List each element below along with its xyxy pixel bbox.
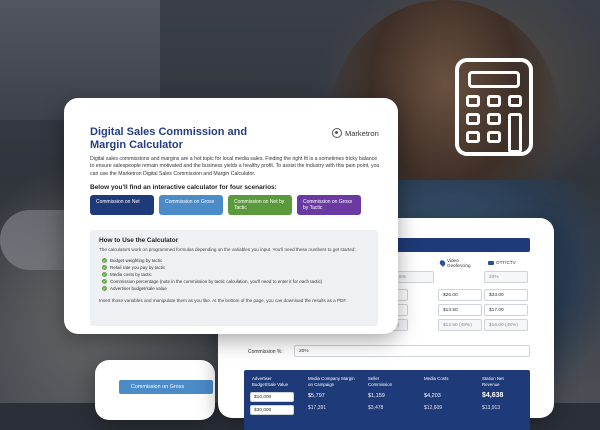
- margin-value: $5,797: [308, 393, 325, 399]
- input-ott-weight[interactable]: 20%: [484, 271, 528, 283]
- commission-percent-input[interactable]: 20%: [294, 345, 530, 357]
- media-costs-value: $4,203: [424, 393, 441, 399]
- tab-commission-on-net[interactable]: Commission on Net: [90, 195, 154, 215]
- input-geofencing-rate[interactable]: $26.00: [438, 289, 482, 301]
- marketron-logo-icon: [332, 128, 342, 138]
- commission-value: $1,159: [368, 393, 385, 399]
- commission-on-gross-bar: Commission on Gross: [119, 380, 213, 394]
- media-costs-value: $12,609: [424, 405, 443, 411]
- logo-text: Marketron: [345, 128, 379, 138]
- list-item-text: Retail rate you pay by tactic: [110, 265, 166, 270]
- header-commission: Seller Commission: [368, 376, 393, 387]
- checkmark-icon: ✓: [102, 258, 107, 263]
- column-ott-ctv: OTT/CTV: [488, 260, 516, 265]
- list-item: ✓ Retail rate you pay by tactic: [102, 264, 322, 271]
- checkmark-icon: ✓: [102, 272, 107, 277]
- tab-commission-on-gross-by-tactic[interactable]: Commission on Gross by Tactic: [297, 195, 361, 215]
- how-to-panel: How to Use the Calculator The calculator…: [90, 230, 378, 326]
- list-item-text: Advertiser budget/sale value: [110, 286, 167, 291]
- scenarios-heading: Below you'll find an interactive calcula…: [90, 184, 277, 191]
- calculator-key: [487, 113, 501, 125]
- calculator-key: [487, 131, 501, 143]
- commission-value: $3,478: [368, 405, 384, 411]
- calculator-key: [487, 95, 501, 107]
- intro-paragraph: Digital sales commissions and margins ar…: [90, 156, 380, 177]
- column-label: OTT/CTV: [496, 260, 516, 265]
- list-item: ✓ Advertiser budget/sale value: [102, 285, 322, 292]
- list-item-text: Media costs by tactic: [110, 272, 152, 277]
- how-to-title: How to Use the Calculator: [99, 237, 179, 244]
- location-pin-icon: [438, 259, 447, 267]
- budget-input[interactable]: $10,000: [250, 392, 294, 402]
- header-budget: Advertiser Budget/Sale Value: [252, 376, 289, 387]
- checkmark-icon: ✓: [102, 265, 107, 270]
- net-revenue-value: $13,913: [482, 405, 501, 411]
- header-margin: Media Company Margin on Campaign: [308, 376, 355, 387]
- calculator-icon: [455, 58, 533, 156]
- requirements-list: ✓ Budget weighting by tactic ✓ Retail rate…: [102, 257, 322, 292]
- column-label: Video Geofencing: [447, 258, 471, 268]
- tv-icon: [488, 260, 494, 265]
- column-video-geofencing: Video Geofencing: [438, 258, 471, 268]
- output-geofencing-margin: $12.50 (48%): [438, 319, 482, 331]
- tab-commission-on-net-by-tactic[interactable]: Commission on Net by Tactic: [228, 195, 292, 215]
- checkmark-icon: ✓: [102, 286, 107, 291]
- calculator-intro-card: Digital Sales Commission and Margin Calc…: [64, 98, 398, 334]
- list-item: ✓ Budget weighting by tactic: [102, 257, 322, 264]
- results-table: Advertiser Budget/Sale Value Media Compa…: [244, 370, 530, 430]
- page-title: Digital Sales Commission and Margin Calc…: [90, 126, 248, 151]
- header-net-revenue: Station Net Revenue: [482, 376, 504, 387]
- output-ott-margin: $16.00 (48%): [484, 319, 528, 331]
- marketron-logo: Marketron: [332, 128, 379, 138]
- gross-calculator-card: Commission on Gross: [95, 360, 215, 420]
- how-to-description: The calculators work on programmed formu…: [99, 247, 356, 252]
- checkmark-icon: ✓: [102, 279, 107, 284]
- list-item-text: Commission percentage (note in the commi…: [110, 279, 323, 284]
- list-item: ✓ Media costs by tactic: [102, 271, 322, 278]
- calculator-key: [466, 131, 480, 143]
- input-ott-cost[interactable]: $17.00: [484, 304, 528, 316]
- scenario-tabs: Commission on Net Commission on Gross Co…: [90, 195, 361, 215]
- commission-percent-label: Commission %:: [248, 349, 283, 355]
- header-media-costs: Media Costs: [424, 376, 449, 381]
- how-to-footer: Insert those variables and manipulate th…: [99, 298, 347, 303]
- input-ott-rate[interactable]: $33.00: [484, 289, 528, 301]
- list-item-text: Budget weighting by tactic: [110, 258, 163, 263]
- input-geofencing-cost[interactable]: $13.50: [438, 304, 482, 316]
- calculator-key: [508, 95, 522, 107]
- input-geofencing-weight[interactable]: 5%: [394, 271, 434, 283]
- calculator-screen: [468, 71, 520, 88]
- list-item: ✓ Commission percentage (note in the comm…: [102, 278, 322, 285]
- calculator-key: [466, 113, 480, 125]
- net-revenue-value: $4,638: [482, 392, 504, 399]
- calculator-key: [466, 95, 480, 107]
- calculator-key: [508, 113, 522, 153]
- tab-commission-on-gross[interactable]: Commission on Gross: [159, 195, 223, 215]
- budget-input[interactable]: $30,000: [250, 405, 294, 415]
- margin-value: $17,391: [308, 405, 327, 411]
